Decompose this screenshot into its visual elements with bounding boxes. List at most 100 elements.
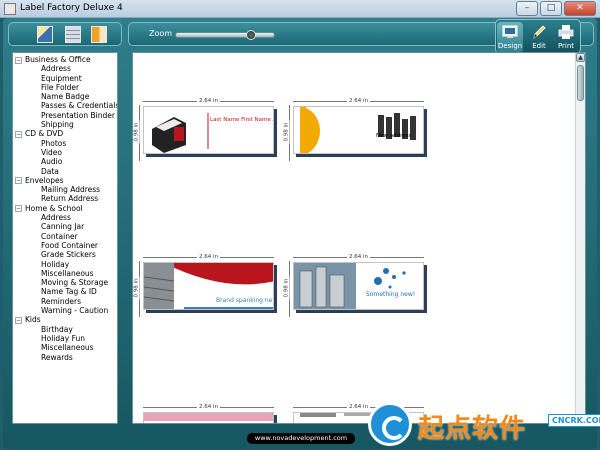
label-text: Last Name First Name Address <box>210 117 273 123</box>
tree-item[interactable]: Food Container <box>15 241 117 250</box>
height-value: 0.98 in <box>133 276 140 300</box>
label-template[interactable]: 2.64 in 0.98 in Something new! <box>283 253 430 319</box>
tree-category-label: CD & DVD <box>25 129 64 139</box>
footer-url[interactable]: www.novadevelopment.com <box>247 433 355 444</box>
tree-item[interactable]: Birthday <box>15 325 117 334</box>
tree-item[interactable]: Holiday <box>15 260 117 269</box>
tree-item[interactable]: Miscellaneous <box>15 269 117 278</box>
width-dimension: 2.64 in <box>143 253 274 261</box>
list-view-icon[interactable] <box>65 26 81 43</box>
label-text: New address <box>376 133 412 139</box>
print-mode-button[interactable]: Print <box>553 22 579 53</box>
tree-item[interactable]: Shipping <box>15 120 117 129</box>
tree-category-label: Kids <box>25 315 41 325</box>
width-value: 2.64 in <box>346 98 370 104</box>
maximize-button[interactable]: □ <box>540 1 562 16</box>
collapse-toggle-icon[interactable]: − <box>15 316 22 324</box>
label-preview: Brand spanking new <box>143 262 274 310</box>
minimize-button[interactable]: – <box>516 1 538 16</box>
tree-item[interactable]: Presentation Binder <box>15 111 117 120</box>
tree-item[interactable]: Canning Jar <box>15 222 117 231</box>
tree-item[interactable]: Warning - Caution <box>15 306 117 315</box>
watermark-text: 起点软件 <box>418 414 527 444</box>
tree-category[interactable]: − CD & DVD <box>15 129 117 138</box>
width-value: 2.64 in <box>196 254 220 260</box>
close-button[interactable]: ✕ <box>564 1 596 16</box>
label-template[interactable]: 2.64 in 0.98 in New address <box>283 97 430 163</box>
scroll-up-arrow[interactable]: ▲ <box>576 53 585 62</box>
width-dimension: 2.64 in <box>293 97 424 105</box>
edit-mode-button[interactable]: Edit <box>526 22 552 53</box>
design-icon <box>502 25 518 38</box>
tree-category[interactable]: − Business & Office <box>15 55 117 64</box>
tree-item[interactable]: Equipment <box>15 74 117 83</box>
width-value: 2.64 in <box>346 404 370 410</box>
tree-item[interactable]: Address <box>15 64 117 73</box>
width-dimension: 2.64 in <box>143 403 274 411</box>
label-art <box>294 263 406 309</box>
label-art <box>300 107 416 153</box>
scroll-thumb[interactable] <box>577 65 584 101</box>
collapse-toggle-icon[interactable]: − <box>15 177 22 185</box>
pencil-icon <box>533 25 546 39</box>
label-preview: Something new! <box>293 262 424 310</box>
zoom-slider[interactable] <box>175 30 275 40</box>
height-dimension: 0.98 in <box>133 105 143 161</box>
tree-item[interactable]: Name Badge <box>15 92 117 101</box>
label-text: Brand spanking new <box>216 297 274 304</box>
width-value: 2.64 in <box>346 254 370 260</box>
template-icon[interactable] <box>91 26 107 43</box>
vertical-scrollbar[interactable]: ▲ <box>575 53 585 423</box>
tree-item[interactable]: Data <box>15 167 117 176</box>
tree-item[interactable]: Grade Stickers <box>15 250 117 259</box>
tree-item[interactable]: Rewards <box>15 353 117 362</box>
label-preview: New address <box>293 106 424 154</box>
tree-category[interactable]: − Home & School <box>15 204 117 213</box>
edit-mode-label: Edit <box>532 42 546 50</box>
title-bar: Label Factory Deluxe 4 – □ ✕ <box>0 0 600 18</box>
label-preview: Last Name First Name Address <box>143 106 274 154</box>
category-tree-panel: − Business & Office Address Equipment File F… <box>12 52 118 424</box>
tree-item[interactable]: Video <box>15 148 117 157</box>
tree-item[interactable]: Container <box>15 232 117 241</box>
tree-item[interactable]: Moving & Storage <box>15 278 117 287</box>
width-value: 2.64 in <box>196 404 220 410</box>
tree-item[interactable]: Address <box>15 213 117 222</box>
tree-category-label: Home & School <box>25 203 83 213</box>
tree-item[interactable]: Photos <box>15 139 117 148</box>
label-art <box>152 113 209 153</box>
width-value: 2.64 in <box>196 98 220 104</box>
label-template[interactable]: 2.64 in <box>143 403 280 423</box>
tree-item[interactable]: Return Address <box>15 194 117 203</box>
collapse-toggle-icon[interactable]: − <box>15 205 22 213</box>
watermark-logo-icon <box>368 402 412 446</box>
tree-item[interactable]: Miscellaneous <box>15 343 117 352</box>
mode-switcher: Design Edit Print <box>495 19 581 54</box>
label-template[interactable]: 2.64 in 0.98 in Brand spanking new <box>133 253 280 319</box>
label-sheet-icon[interactable] <box>37 26 53 43</box>
collapse-toggle-icon[interactable]: − <box>15 130 22 138</box>
zoom-slider-thumb[interactable] <box>246 30 257 40</box>
tree-item[interactable]: File Folder <box>15 83 117 92</box>
tree-item[interactable]: Name Tag & ID <box>15 287 117 296</box>
watermark-domain-suffix: .COM <box>582 416 600 425</box>
app-icon <box>4 3 16 15</box>
label-art <box>144 413 273 421</box>
tree-item[interactable]: Passes & Credentials <box>15 101 117 110</box>
tree-category-label: Envelopes <box>25 175 64 185</box>
tree-item[interactable]: Holiday Fun <box>15 334 117 343</box>
tree-category[interactable]: − Envelopes <box>15 176 117 185</box>
label-preview <box>143 412 274 423</box>
tree-item[interactable]: Audio <box>15 157 117 166</box>
window-controls: – □ ✕ <box>516 1 596 16</box>
category-tree: − Business & Office Address Equipment File F… <box>13 53 117 362</box>
label-template[interactable]: 2.64 in 0.98 in Last Name First Name Addre… <box>133 97 280 163</box>
tree-item[interactable]: Mailing Address <box>15 185 117 194</box>
collapse-toggle-icon[interactable]: − <box>15 56 22 64</box>
height-value: 0.98 in <box>283 276 290 300</box>
design-mode-button[interactable]: Design <box>497 22 523 53</box>
tree-category[interactable]: − Kids <box>15 315 117 324</box>
height-value: 0.98 in <box>283 120 290 144</box>
height-dimension: 0.98 in <box>283 105 293 161</box>
tree-item[interactable]: Reminders <box>15 297 117 306</box>
